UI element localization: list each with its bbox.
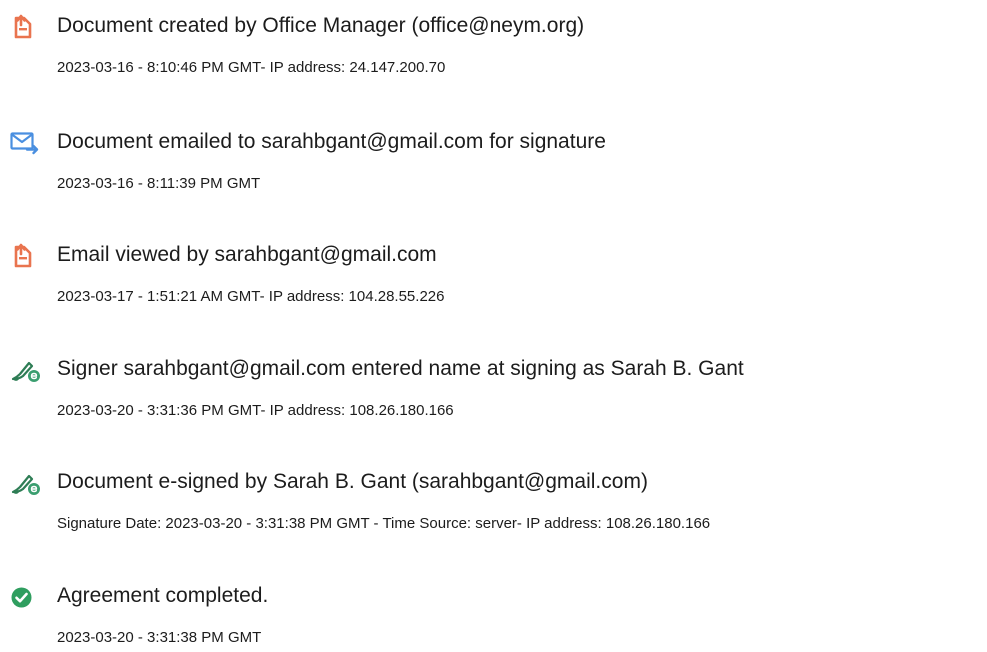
audit-event-agreement-completed: Agreement completed. 2023-03-20 - 3:31:3… (0, 570, 987, 650)
event-timestamp: 2023-03-20 - 3:31:38 PM GMT (57, 629, 262, 646)
audit-event-document-created: Document created by Office Manager (offi… (0, 0, 987, 80)
event-title: Document created by Office Manager (offi… (57, 14, 585, 37)
event-timestamp: 2023-03-20 - 3:31:36 PM GMT- IP address:… (57, 402, 454, 419)
event-timestamp: 2023-03-16 - 8:10:46 PM GMT- IP address:… (57, 59, 446, 76)
audit-trail-event-list: Document created by Office Manager (offi… (0, 0, 987, 652)
document-viewed-icon (10, 243, 42, 269)
event-timestamp: 2023-03-16 - 8:11:39 PM GMT (57, 175, 261, 192)
e-sign-pen-icon (10, 470, 42, 496)
document-created-icon (10, 14, 42, 40)
audit-event-signer-entered-name: Signer sarahbgant@gmail.com entered name… (0, 343, 987, 423)
audit-event-document-e-signed: Document e-signed by Sarah B. Gant (sara… (0, 456, 987, 536)
check-circle-icon (10, 584, 42, 610)
event-title: Document e-signed by Sarah B. Gant (sara… (57, 470, 648, 493)
event-timestamp: Signature Date: 2023-03-20 - 3:31:38 PM … (57, 515, 711, 532)
event-title: Agreement completed. (57, 584, 269, 607)
event-title: Email viewed by sarahbgant@gmail.com (57, 243, 437, 266)
event-timestamp: 2023-03-17 - 1:51:21 AM GMT- IP address:… (57, 288, 445, 305)
email-sent-icon (10, 130, 42, 156)
signer-pen-icon (10, 357, 42, 383)
audit-event-document-emailed: Document emailed to sarahbgant@gmail.com… (0, 116, 987, 196)
audit-event-email-viewed: Email viewed by sarahbgant@gmail.com 202… (0, 229, 987, 309)
event-title: Document emailed to sarahbgant@gmail.com… (57, 130, 606, 153)
event-title: Signer sarahbgant@gmail.com entered name… (57, 357, 744, 380)
